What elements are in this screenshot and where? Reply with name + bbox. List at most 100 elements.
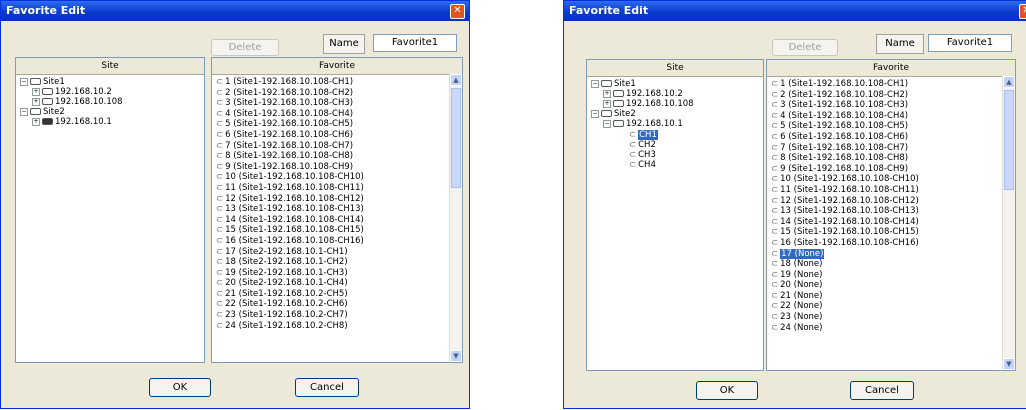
favorite-item[interactable]: ⊂ 12 (Site1-192.168.10.108-CH12) bbox=[767, 196, 1015, 207]
favorite-item[interactable]: ⊂ 9 (Site1-192.168.10.108-CH9) bbox=[212, 162, 462, 173]
tree-item-ch2[interactable]: ⊂ CH2 bbox=[629, 140, 656, 150]
tree-item-site1[interactable]: − Site1 bbox=[20, 77, 65, 87]
favorite-item[interactable]: ⊂ 22 (Site1-192.168.10.2-CH6) bbox=[212, 299, 462, 310]
favorite-item[interactable]: ⊂ 23 (Site1-192.168.10.2-CH7) bbox=[212, 310, 462, 321]
favorite-item[interactable]: ⊂ 16 (Site1-192.168.10.108-CH16) bbox=[767, 238, 1015, 249]
tree-item-ch1[interactable]: ⊂ CH1 bbox=[629, 130, 658, 140]
favorite-edit-dialog-left: Favorite Edit ✕ Delete Name Favorite1 Si… bbox=[0, 0, 470, 409]
name-input[interactable]: Favorite1 bbox=[928, 34, 1012, 52]
favorite-item[interactable]: ⊂ 13 (Site1-192.168.10.108-CH13) bbox=[212, 204, 462, 215]
name-input[interactable]: Favorite1 bbox=[373, 34, 457, 52]
scroll-thumb[interactable] bbox=[1004, 90, 1014, 190]
favorite-item[interactable]: ⊂ 22 (None) bbox=[767, 301, 1015, 312]
favorite-item[interactable]: ⊂ 17 (None) bbox=[767, 248, 1015, 260]
cancel-button[interactable]: Cancel bbox=[295, 378, 359, 397]
favorite-item-label: 23 (Site1-192.168.10.2-CH7) bbox=[225, 310, 348, 321]
favorite-item[interactable]: ⊂ 18 (None) bbox=[767, 259, 1015, 270]
favorite-item-label: 13 (Site1-192.168.10.108-CH13) bbox=[225, 204, 364, 215]
favorite-item[interactable]: ⊂ 4 (Site1-192.168.10.108-CH4) bbox=[767, 111, 1015, 122]
favorite-item[interactable]: ⊂ 9 (Site1-192.168.10.108-CH9) bbox=[767, 164, 1015, 175]
camera-icon: ⊂ bbox=[216, 182, 224, 193]
camera-icon: ⊂ bbox=[771, 248, 779, 259]
camera-icon: ⊂ bbox=[771, 227, 779, 238]
favorite-item[interactable]: ⊂ 21 (None) bbox=[767, 291, 1015, 302]
scroll-down-icon[interactable]: ▼ bbox=[1003, 358, 1015, 370]
collapse-icon[interactable]: − bbox=[591, 79, 599, 88]
favorite-item[interactable]: ⊂ 2 (Site1-192.168.10.108-CH2) bbox=[767, 90, 1015, 101]
delete-button[interactable]: Delete bbox=[772, 39, 838, 56]
favorite-item[interactable]: ⊂ 10 (Site1-192.168.10.108-CH10) bbox=[212, 172, 462, 183]
favorite-item[interactable]: ⊂ 20 (None) bbox=[767, 280, 1015, 291]
site-icon bbox=[30, 78, 41, 85]
favorite-item[interactable]: ⊂ 14 (Site1-192.168.10.108-CH14) bbox=[767, 217, 1015, 228]
scroll-up-icon[interactable]: ▲ bbox=[1003, 76, 1015, 88]
collapse-icon[interactable]: − bbox=[591, 109, 599, 118]
favorite-item[interactable]: ⊂ 23 (None) bbox=[767, 312, 1015, 323]
scroll-down-icon[interactable]: ▼ bbox=[450, 350, 462, 362]
close-icon[interactable]: ✕ bbox=[1019, 4, 1026, 19]
expand-icon[interactable]: + bbox=[32, 117, 40, 126]
favorite-item[interactable]: ⊂ 3 (Site1-192.168.10.108-CH3) bbox=[767, 100, 1015, 111]
camera-icon: ⊂ bbox=[771, 184, 779, 195]
favorite-item[interactable]: ⊂ 8 (Site1-192.168.10.108-CH8) bbox=[212, 151, 462, 162]
favorite-scrollbar[interactable]: ▲ ▼ bbox=[1002, 76, 1015, 370]
favorite-item[interactable]: ⊂ 5 (Site1-192.168.10.108-CH5) bbox=[767, 121, 1015, 132]
favorite-item[interactable]: ⊂ 17 (Site2-192.168.10.1-CH1) bbox=[212, 247, 462, 258]
tree-item-192-168-10-108[interactable]: +192.168.10.108 bbox=[603, 99, 694, 109]
favorite-item[interactable]: ⊂ 7 (Site1-192.168.10.108-CH7) bbox=[767, 143, 1015, 154]
camera-icon: ⊂ bbox=[216, 225, 224, 236]
favorite-item[interactable]: ⊂ 1 (Site1-192.168.10.108-CH1) bbox=[767, 79, 1015, 90]
tree-item-192-168-10-1[interactable]: −192.168.10.1 bbox=[603, 119, 683, 129]
favorite-item[interactable]: ⊂ 10 (Site1-192.168.10.108-CH10) bbox=[767, 174, 1015, 185]
collapse-icon[interactable]: − bbox=[20, 107, 28, 116]
favorite-item[interactable]: ⊂ 6 (Site1-192.168.10.108-CH6) bbox=[767, 132, 1015, 143]
tree-item-ch3[interactable]: ⊂ CH3 bbox=[629, 150, 656, 160]
expand-icon[interactable]: + bbox=[603, 99, 611, 108]
expand-icon[interactable]: + bbox=[32, 87, 40, 96]
favorite-item[interactable]: ⊂ 15 (Site1-192.168.10.108-CH15) bbox=[767, 227, 1015, 238]
tree-item-192-168-10-2[interactable]: +192.168.10.2 bbox=[603, 89, 683, 99]
expand-icon[interactable]: + bbox=[603, 89, 611, 98]
favorite-item[interactable]: ⊂ 13 (Site1-192.168.10.108-CH13) bbox=[767, 206, 1015, 217]
close-icon[interactable]: ✕ bbox=[450, 4, 465, 19]
tree-item-192-168-10-108[interactable]: +192.168.10.108 bbox=[32, 97, 123, 107]
delete-button[interactable]: Delete bbox=[211, 39, 279, 56]
favorite-item[interactable]: ⊂ 11 (Site1-192.168.10.108-CH11) bbox=[767, 185, 1015, 196]
tree-item-192-168-10-2[interactable]: +192.168.10.2 bbox=[32, 87, 112, 97]
cancel-button[interactable]: Cancel bbox=[850, 381, 914, 400]
favorite-item[interactable]: ⊂ 24 (None) bbox=[767, 323, 1015, 334]
tree-item-192-168-10-1[interactable]: +192.168.10.1 bbox=[32, 117, 112, 127]
favorite-item[interactable]: ⊂ 3 (Site1-192.168.10.108-CH3) bbox=[212, 98, 462, 109]
favorite-item[interactable]: ⊂ 15 (Site1-192.168.10.108-CH15) bbox=[212, 225, 462, 236]
favorite-item[interactable]: ⊂ 24 (Site1-192.168.10.2-CH8) bbox=[212, 321, 462, 332]
favorite-item[interactable]: ⊂ 20 (Site2-192.168.10.1-CH4) bbox=[212, 278, 462, 289]
favorite-item[interactable]: ⊂ 18 (Site2-192.168.10.1-CH2) bbox=[212, 257, 462, 268]
scroll-up-icon[interactable]: ▲ bbox=[450, 74, 462, 86]
collapse-icon[interactable]: − bbox=[20, 77, 28, 86]
favorite-header: Favorite bbox=[767, 60, 1015, 77]
collapse-icon[interactable]: − bbox=[603, 119, 611, 128]
ok-button[interactable]: OK bbox=[696, 381, 758, 400]
scroll-thumb[interactable] bbox=[451, 88, 461, 188]
favorite-item[interactable]: ⊂ 16 (Site1-192.168.10.108-CH16) bbox=[212, 236, 462, 247]
favorite-scrollbar[interactable]: ▲ ▼ bbox=[449, 74, 462, 362]
ok-button[interactable]: OK bbox=[149, 378, 211, 397]
favorite-item[interactable]: ⊂ 12 (Site1-192.168.10.108-CH12) bbox=[212, 194, 462, 205]
tree-item-site2[interactable]: − Site2 bbox=[20, 107, 65, 117]
favorite-item[interactable]: ⊂ 2 (Site1-192.168.10.108-CH2) bbox=[212, 88, 462, 99]
tree-item-ch4[interactable]: ⊂ CH4 bbox=[629, 160, 656, 170]
favorite-item[interactable]: ⊂ 8 (Site1-192.168.10.108-CH8) bbox=[767, 153, 1015, 164]
favorite-item[interactable]: ⊂ 1 (Site1-192.168.10.108-CH1) bbox=[212, 77, 462, 88]
favorite-item[interactable]: ⊂ 21 (Site1-192.168.10.2-CH5) bbox=[212, 289, 462, 300]
favorite-item[interactable]: ⊂ 19 (Site2-192.168.10.1-CH3) bbox=[212, 268, 462, 279]
favorite-item[interactable]: ⊂ 7 (Site1-192.168.10.108-CH7) bbox=[212, 141, 462, 152]
tree-item-site1[interactable]: − Site1 bbox=[591, 79, 636, 89]
tree-item-site2[interactable]: − Site2 bbox=[591, 109, 636, 119]
favorite-item[interactable]: ⊂ 4 (Site1-192.168.10.108-CH4) bbox=[212, 109, 462, 120]
favorite-item[interactable]: ⊂ 5 (Site1-192.168.10.108-CH5) bbox=[212, 119, 462, 130]
favorite-item[interactable]: ⊂ 19 (None) bbox=[767, 270, 1015, 281]
favorite-item[interactable]: ⊂ 11 (Site1-192.168.10.108-CH11) bbox=[212, 183, 462, 194]
favorite-item[interactable]: ⊂ 6 (Site1-192.168.10.108-CH6) bbox=[212, 130, 462, 141]
favorite-item[interactable]: ⊂ 14 (Site1-192.168.10.108-CH14) bbox=[212, 215, 462, 226]
expand-icon[interactable]: + bbox=[32, 97, 40, 106]
